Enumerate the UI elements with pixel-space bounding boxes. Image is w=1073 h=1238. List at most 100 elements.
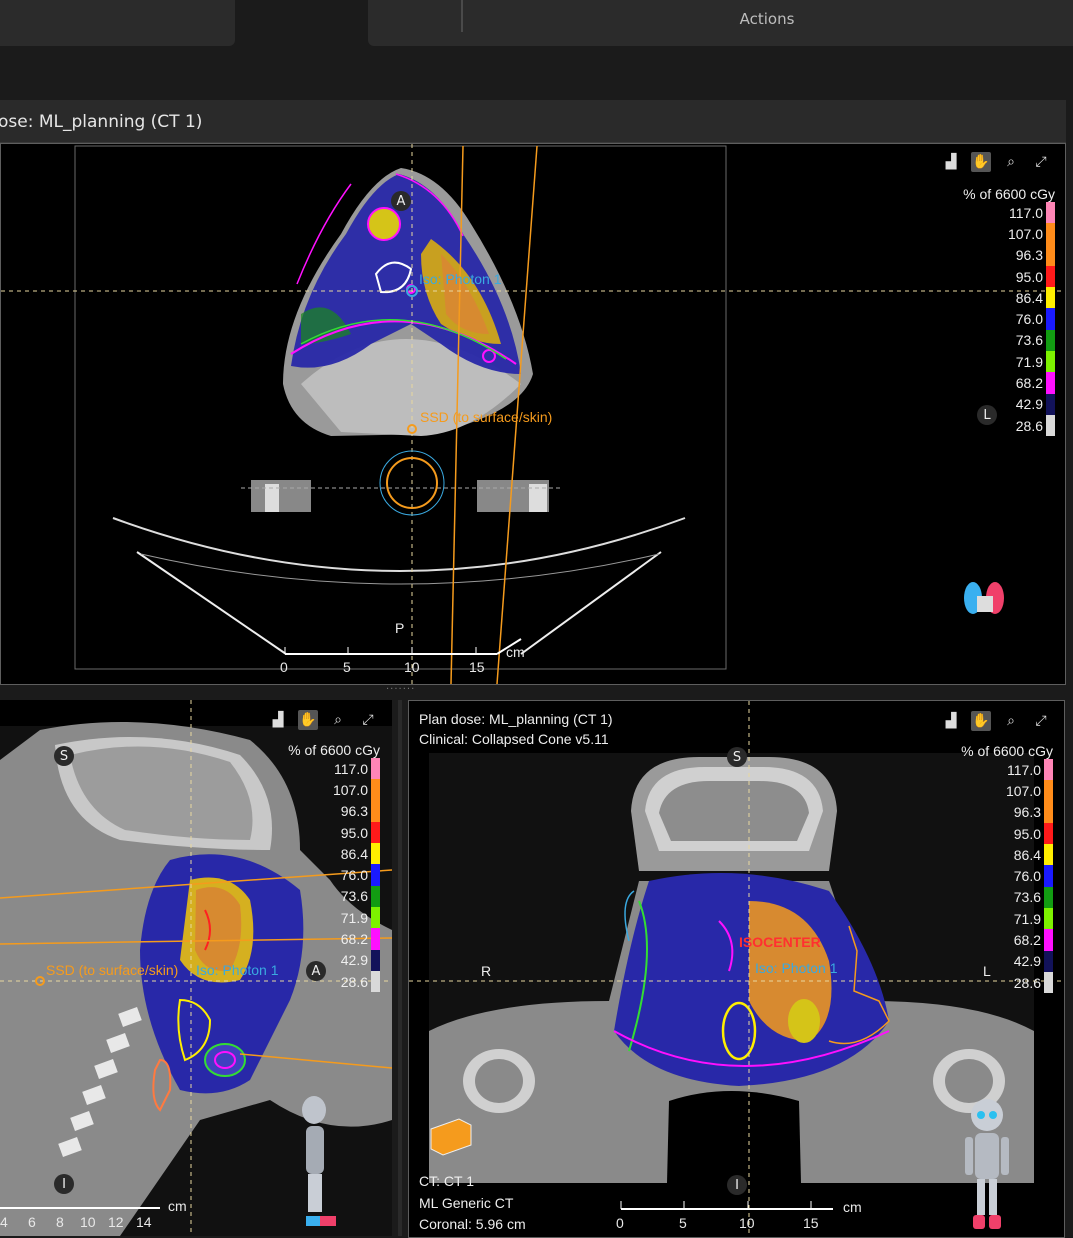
sagittal-scale-tick: 10 — [80, 1214, 96, 1230]
coronal-viewport[interactable]: Plan dose: ML_planning (CT 1) Clinical: … — [408, 700, 1065, 1238]
legend-row: 95.0 — [949, 822, 1053, 845]
legend-row: 96.3 — [949, 801, 1053, 823]
sagittal-view-toolbar: ▟ ✋ ⌕ ⤢ — [268, 710, 378, 730]
legend-row: 96.3 — [276, 800, 380, 822]
sagittal-scale-unit: cm — [168, 1198, 187, 1214]
legend-row: 71.9 — [949, 908, 1053, 930]
slice-position-label: Coronal: 5.96 cm — [419, 1216, 526, 1232]
legend-row: 86.4 — [951, 287, 1055, 309]
legend-unit: % of 6600 cGy — [963, 186, 1055, 202]
histogram-icon[interactable]: ▟ — [941, 711, 961, 731]
actions-menu[interactable]: Actions — [700, 10, 834, 28]
legend-row: 71.9 — [276, 907, 380, 929]
coronal-scale-unit: cm — [843, 1199, 862, 1215]
coronal-view-subtitle: Clinical: Collapsed Cone v5.11 — [419, 731, 609, 747]
legend-unit: % of 6600 cGy — [961, 743, 1053, 759]
fullscreen-icon[interactable]: ⤢ — [1031, 711, 1051, 731]
axial-view-title: ose: ML_planning (CT 1) — [0, 112, 203, 132]
sagittal-iso-label: Iso: Photon 1 — [196, 962, 279, 978]
legend-row: 95.0 — [276, 821, 380, 844]
fullscreen-icon[interactable]: ⤢ — [1031, 152, 1051, 172]
pane-resize-handle[interactable]: ······· — [386, 684, 415, 695]
legend-row: 42.9 — [276, 949, 380, 971]
ct-model-label: ML Generic CT — [419, 1195, 514, 1211]
dose-legend-axial: % of 6600 cGy 117.0 107.0 96.3 95.0 86.4… — [951, 186, 1055, 437]
patient-figure-icon — [965, 1099, 1009, 1229]
sagittal-scale-tick: 4 — [0, 1214, 8, 1230]
legend-row: 76.0 — [951, 308, 1055, 330]
top-panel-left — [0, 0, 235, 46]
histogram-icon[interactable]: ▟ — [941, 152, 961, 172]
zoom-icon[interactable]: ⌕ — [328, 710, 348, 730]
legend-row: 96.3 — [951, 244, 1055, 266]
zoom-icon[interactable]: ⌕ — [1001, 152, 1021, 172]
axial-ssd-label: SSD (to surface/skin) — [420, 409, 553, 425]
orientation-inferior: I — [727, 1175, 747, 1195]
sagittal-scale-tick: 14 — [136, 1214, 152, 1230]
toolbar-divider — [461, 0, 463, 32]
axial-iso-label: Iso: Photon 1 — [419, 271, 502, 287]
legend-row: 68.2 — [949, 929, 1053, 951]
axial-view-toolbar: ▟ ✋ ⌕ ⤢ — [941, 152, 1051, 172]
coronal-view-title: Plan dose: ML_planning (CT 1) — [419, 711, 613, 727]
legend-row: 73.6 — [951, 329, 1055, 352]
coronal-scale-tick-0: 0 — [616, 1215, 624, 1231]
axial-scale-tick-5: 5 — [343, 659, 351, 675]
legend-row: 28.6 — [951, 414, 1055, 437]
coronal-scale-tick-15: 15 — [803, 1215, 819, 1231]
legend-row: 42.9 — [949, 950, 1053, 972]
legend-row: 68.2 — [951, 372, 1055, 394]
legend-row: 86.4 — [276, 843, 380, 865]
orientation-cube-icon — [964, 582, 1004, 614]
axial-scale-tick-10: 10 — [404, 659, 420, 675]
legend-row: 117.0 — [276, 758, 380, 780]
legend-row: 117.0 — [949, 759, 1053, 781]
ct-series-label: CT: CT 1 — [419, 1173, 474, 1189]
view-title-bar: ose: ML_planning (CT 1) — [0, 100, 1066, 143]
orientation-anterior: A — [391, 191, 411, 211]
legend-unit: % of 6600 cGy — [288, 742, 380, 758]
legend-row: 42.9 — [951, 393, 1055, 415]
legend-row: 107.0 — [951, 223, 1055, 245]
legend-row: 76.0 — [276, 864, 380, 886]
legend-row: 28.6 — [276, 970, 380, 993]
legend-row: 73.6 — [949, 886, 1053, 909]
orientation-right: R — [481, 963, 492, 979]
orientation-superior: S — [54, 746, 74, 766]
legend-row: 86.4 — [949, 844, 1053, 866]
histogram-icon[interactable]: ▟ — [268, 710, 288, 730]
pan-hand-icon[interactable]: ✋ — [298, 710, 318, 730]
dose-legend-coronal: % of 6600 cGy 117.0 107.0 96.3 95.0 86.4… — [949, 743, 1053, 994]
legend-row: 95.0 — [951, 265, 1055, 288]
orientation-inferior: I — [54, 1174, 74, 1194]
legend-row: 71.9 — [951, 351, 1055, 373]
sagittal-scale-tick: 6 — [28, 1214, 36, 1230]
sagittal-ssd-label: SSD (to surface/skin) — [46, 962, 179, 978]
legend-row: 107.0 — [276, 779, 380, 801]
zoom-icon[interactable]: ⌕ — [1001, 711, 1021, 731]
pan-hand-icon[interactable]: ✋ — [971, 711, 991, 731]
patient-figure-icon — [302, 1096, 336, 1226]
axial-scale-tick-15: 15 — [469, 659, 485, 675]
legend-row: 107.0 — [949, 780, 1053, 802]
coronal-scale-tick-5: 5 — [679, 1215, 687, 1231]
axial-scale-tick-0: 0 — [280, 659, 288, 675]
axial-viewport[interactable]: Iso: Photon 1 SSD (to surface/skin) A P … — [0, 143, 1066, 685]
legend-row: 28.6 — [949, 971, 1053, 994]
coronal-isocenter-label: ISOCENTER — [739, 934, 821, 950]
axial-scale-unit: cm — [506, 644, 525, 660]
pane-divider-vertical[interactable] — [398, 700, 402, 1236]
sagittal-scale-tick: 8 — [56, 1214, 64, 1230]
coronal-view-toolbar: ▟ ✋ ⌕ ⤢ — [941, 711, 1051, 731]
sagittal-scale-tick: 12 — [108, 1214, 124, 1230]
sagittal-viewport[interactable]: SSD (to surface/skin) Iso: Photon 1 S A … — [0, 700, 392, 1236]
pan-hand-icon[interactable]: ✋ — [971, 152, 991, 172]
legend-row: 117.0 — [951, 202, 1055, 224]
dose-legend-sagittal: % of 6600 cGy 117.0 107.0 96.3 95.0 86.4… — [276, 742, 380, 993]
coronal-iso-label: Iso: Photon 1 — [755, 960, 838, 976]
legend-row: 68.2 — [276, 928, 380, 950]
coronal-scale-tick-10: 10 — [739, 1215, 755, 1231]
legend-row: 73.6 — [276, 885, 380, 908]
fullscreen-icon[interactable]: ⤢ — [358, 710, 378, 730]
orientation-superior: S — [727, 747, 747, 767]
